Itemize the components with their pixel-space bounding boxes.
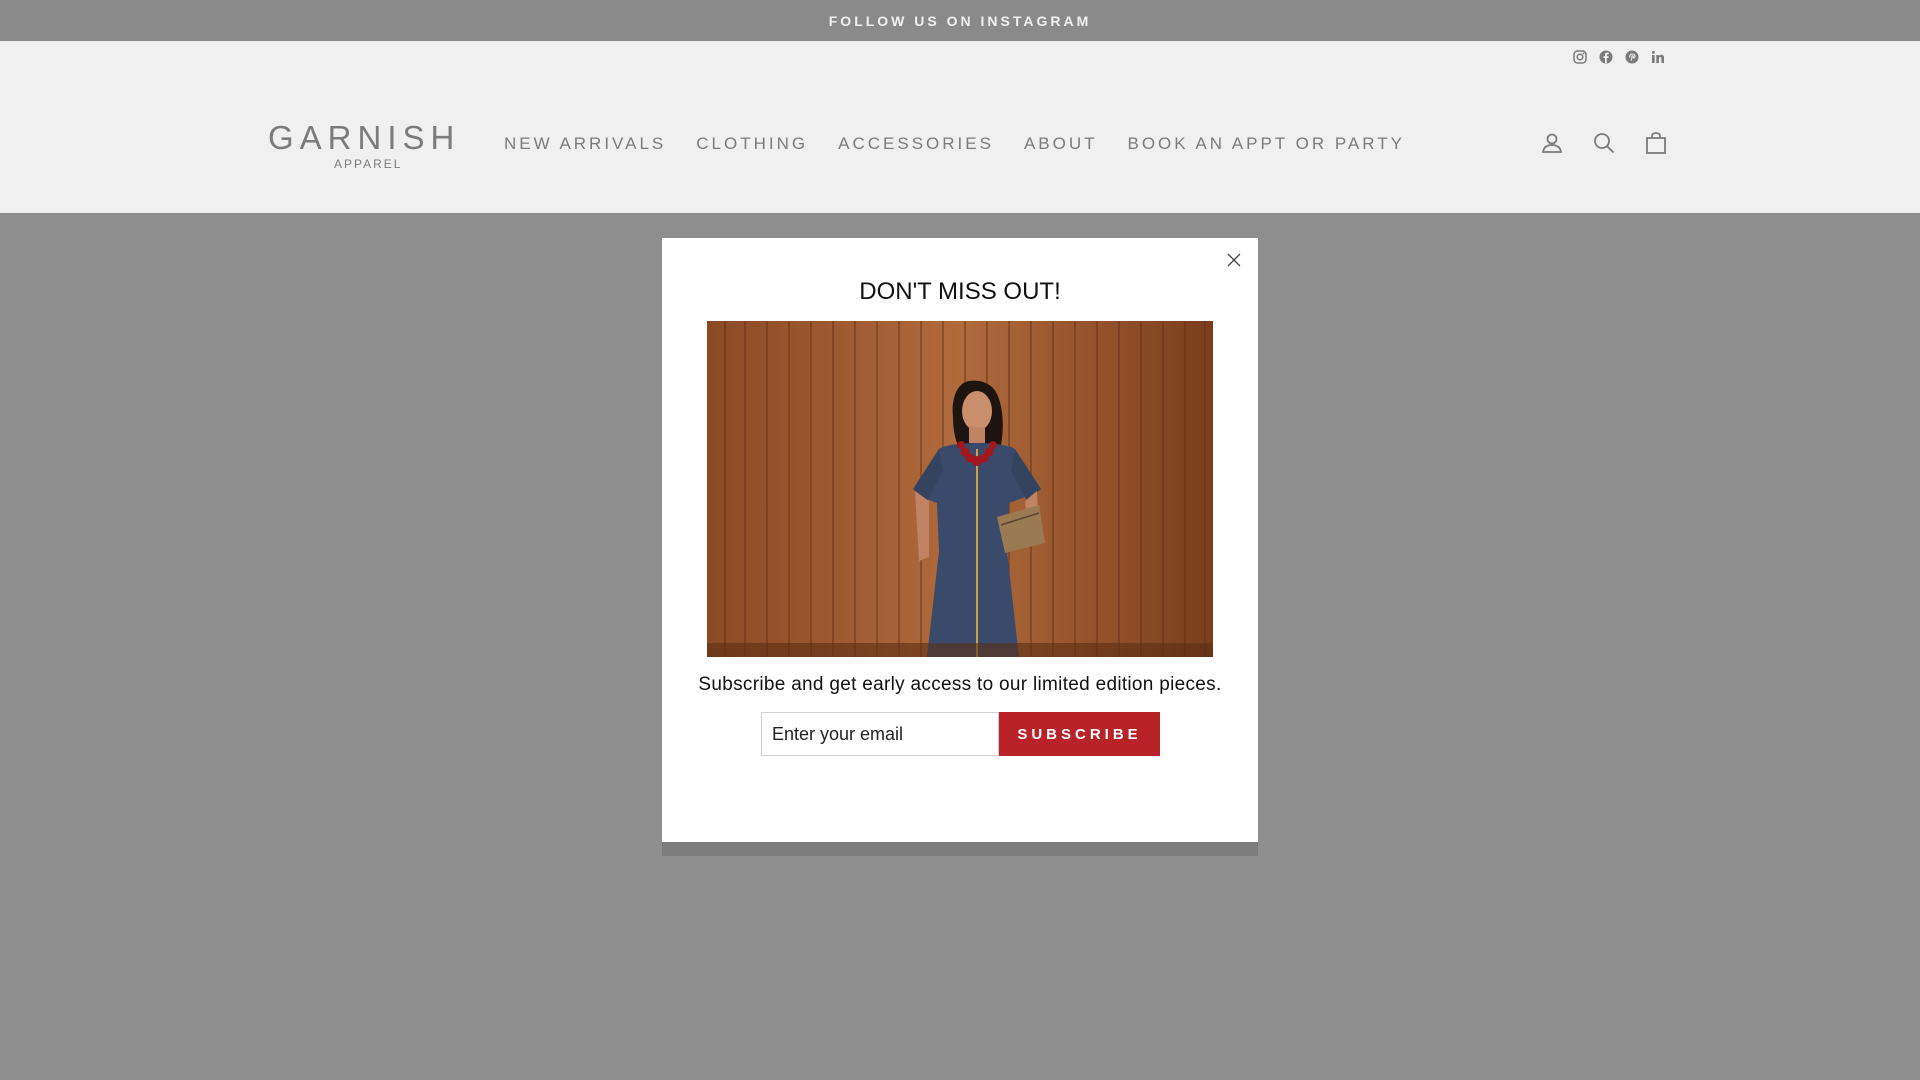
site-logo[interactable]: GARNISH APPAREL bbox=[268, 121, 473, 171]
logo-subtitle: APPAREL bbox=[334, 157, 403, 171]
modal-description: Subscribe and get early access to our li… bbox=[698, 674, 1222, 695]
logo-wordmark: GARNISH bbox=[268, 119, 461, 156]
announcement-text[interactable]: FOLLOW US ON INSTAGRAM bbox=[829, 13, 1092, 29]
close-icon[interactable] bbox=[1224, 250, 1244, 270]
nav-book-appt[interactable]: BOOK AN APPT OR PARTY bbox=[1128, 134, 1405, 154]
social-links bbox=[1572, 49, 1666, 65]
nav-clothing[interactable]: CLOTHING bbox=[696, 134, 808, 154]
newsletter-modal: DON'T MISS OUT! Subscribe and get early … bbox=[662, 238, 1258, 842]
modal-image bbox=[707, 321, 1213, 657]
nav-accessories[interactable]: ACCESSORIES bbox=[838, 134, 994, 154]
main-nav: NEW ARRIVALS CLOTHING ACCESSORIES ABOUT … bbox=[504, 129, 1405, 159]
cart-icon[interactable] bbox=[1642, 129, 1670, 157]
account-icon[interactable] bbox=[1538, 129, 1566, 157]
linkedin-icon[interactable] bbox=[1650, 49, 1666, 65]
announcement-bar[interactable]: FOLLOW US ON INSTAGRAM bbox=[0, 0, 1920, 41]
site-header: GARNISH APPAREL NEW ARRIVALS CLOTHING AC… bbox=[0, 41, 1920, 213]
nav-new-arrivals[interactable]: NEW ARRIVALS bbox=[504, 134, 666, 154]
search-icon[interactable] bbox=[1590, 129, 1618, 157]
modal-title: DON'T MISS OUT! bbox=[859, 278, 1061, 305]
subscribe-button[interactable]: SUBSCRIBE bbox=[999, 712, 1160, 756]
email-input[interactable] bbox=[761, 712, 999, 756]
pinterest-icon[interactable] bbox=[1624, 49, 1640, 65]
header-actions bbox=[1538, 129, 1670, 157]
nav-about[interactable]: ABOUT bbox=[1024, 134, 1098, 154]
instagram-icon[interactable] bbox=[1572, 49, 1588, 65]
facebook-icon[interactable] bbox=[1598, 49, 1614, 65]
